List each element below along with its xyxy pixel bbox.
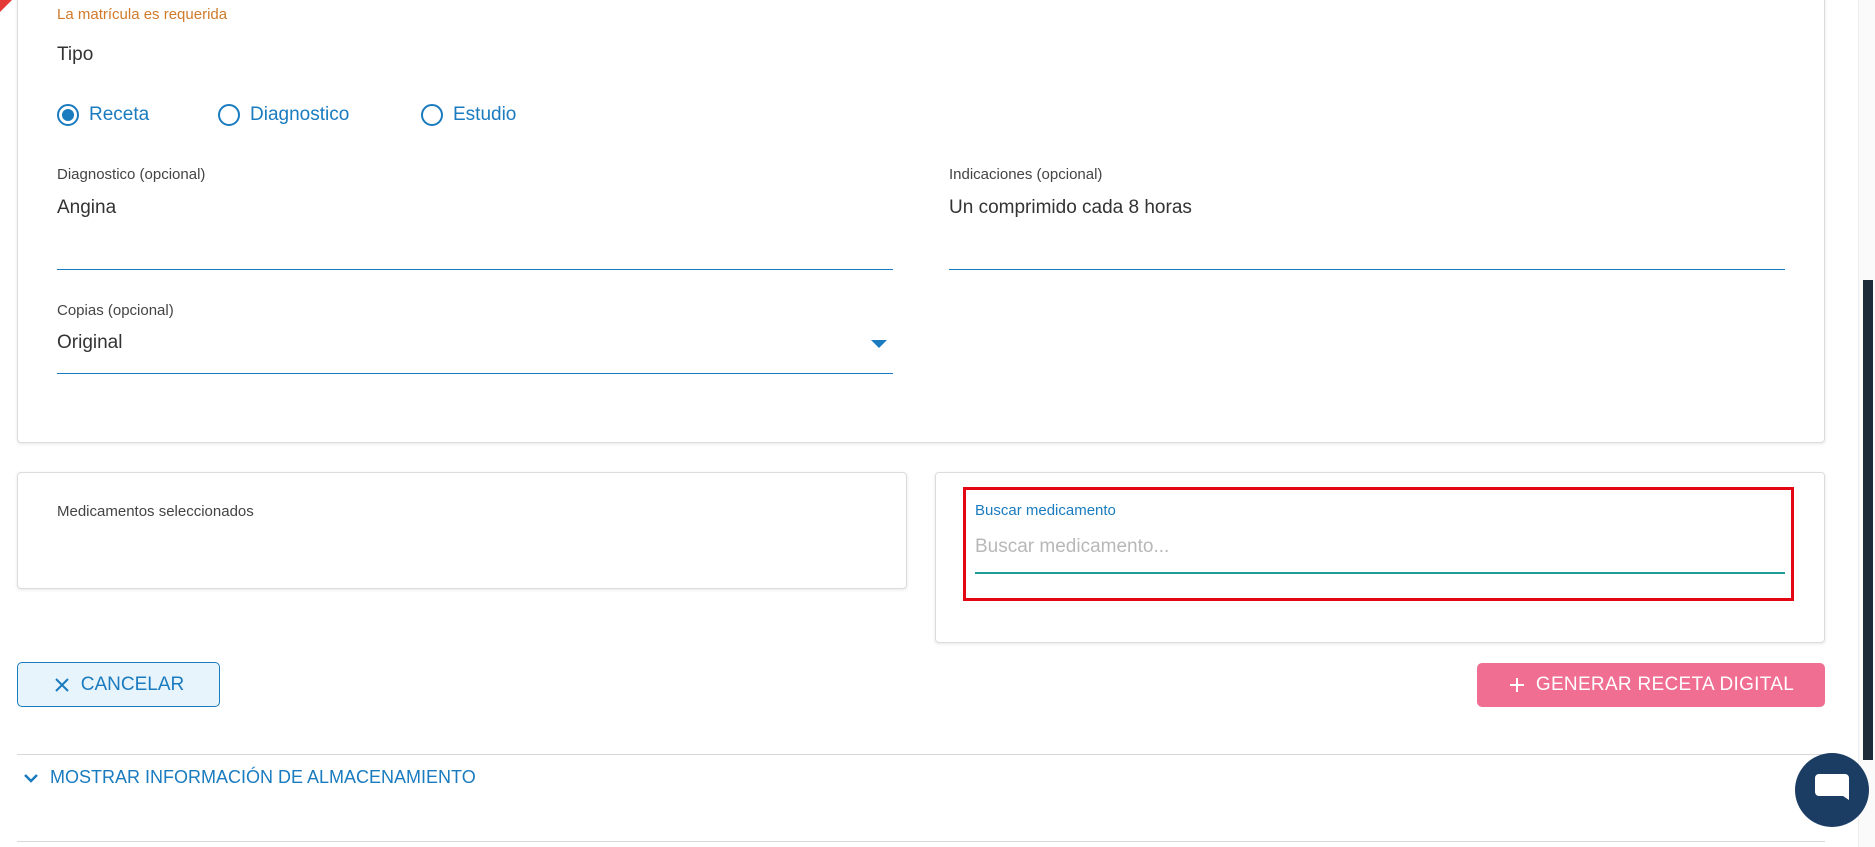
chevron-down-icon — [871, 340, 887, 348]
radio-diagnostico[interactable]: Diagnostico — [218, 104, 349, 126]
chevron-down-icon — [24, 773, 38, 783]
close-icon — [55, 677, 69, 692]
radio-checked-icon — [57, 104, 79, 126]
radio-estudio-label: Estudio — [453, 104, 517, 125]
corner-marker — [0, 0, 12, 12]
search-medication-input[interactable] — [975, 532, 1785, 562]
tipo-label: Tipo — [57, 44, 94, 65]
selected-medications-title: Medicamentos seleccionados — [57, 503, 254, 520]
search-medication-underline — [975, 572, 1785, 574]
indicaciones-field[interactable]: Un comprimido cada 8 horas — [949, 197, 1784, 267]
generate-prescription-label: GENERAR RECETA DIGITAL — [1535, 674, 1795, 695]
radio-diagnostico-label: Diagnostico — [250, 104, 350, 125]
cancel-button-label: CANCELAR — [80, 673, 185, 695]
chat-bubble-icon — [1815, 774, 1849, 800]
matricula-error-text: La matrícula es requerida — [57, 6, 228, 23]
copias-field-label: Copias (opcional) — [57, 302, 174, 319]
chat-button[interactable] — [1795, 753, 1869, 827]
indicaciones-underline — [949, 269, 1785, 270]
diagnostico-field-label: Diagnostico (opcional) — [57, 166, 206, 183]
storage-info-label: MOSTRAR INFORMACIÓN DE ALMACENAMIENTO — [50, 767, 476, 787]
copias-select[interactable]: Original — [57, 330, 893, 372]
storage-bottom-divider — [17, 841, 1825, 842]
diagnostico-field[interactable]: Angina — [57, 197, 892, 267]
indicaciones-field-label: Indicaciones (opcional) — [949, 166, 1103, 183]
diagnostico-underline — [57, 269, 893, 270]
plus-icon — [1509, 678, 1524, 692]
generate-prescription-button[interactable]: GENERAR RECETA DIGITAL — [1477, 663, 1825, 707]
radio-estudio[interactable]: Estudio — [421, 104, 516, 126]
scrollbar-thumb[interactable] — [1863, 280, 1873, 760]
copias-underline — [57, 373, 893, 374]
cancel-button[interactable]: CANCELAR — [17, 662, 220, 707]
selected-medications-card: Medicamentos seleccionados — [17, 472, 907, 589]
radio-unchecked-icon — [421, 104, 443, 126]
storage-top-divider — [17, 754, 1825, 755]
radio-receta-label: Receta — [89, 104, 150, 125]
copias-selected-value: Original — [57, 332, 123, 353]
radio-unchecked-icon — [218, 104, 240, 126]
radio-receta[interactable]: Receta — [57, 104, 149, 126]
storage-info-toggle[interactable]: MOSTRAR INFORMACIÓN DE ALMACENAMIENTO — [22, 767, 476, 788]
search-medication-label: Buscar medicamento — [975, 502, 1116, 519]
